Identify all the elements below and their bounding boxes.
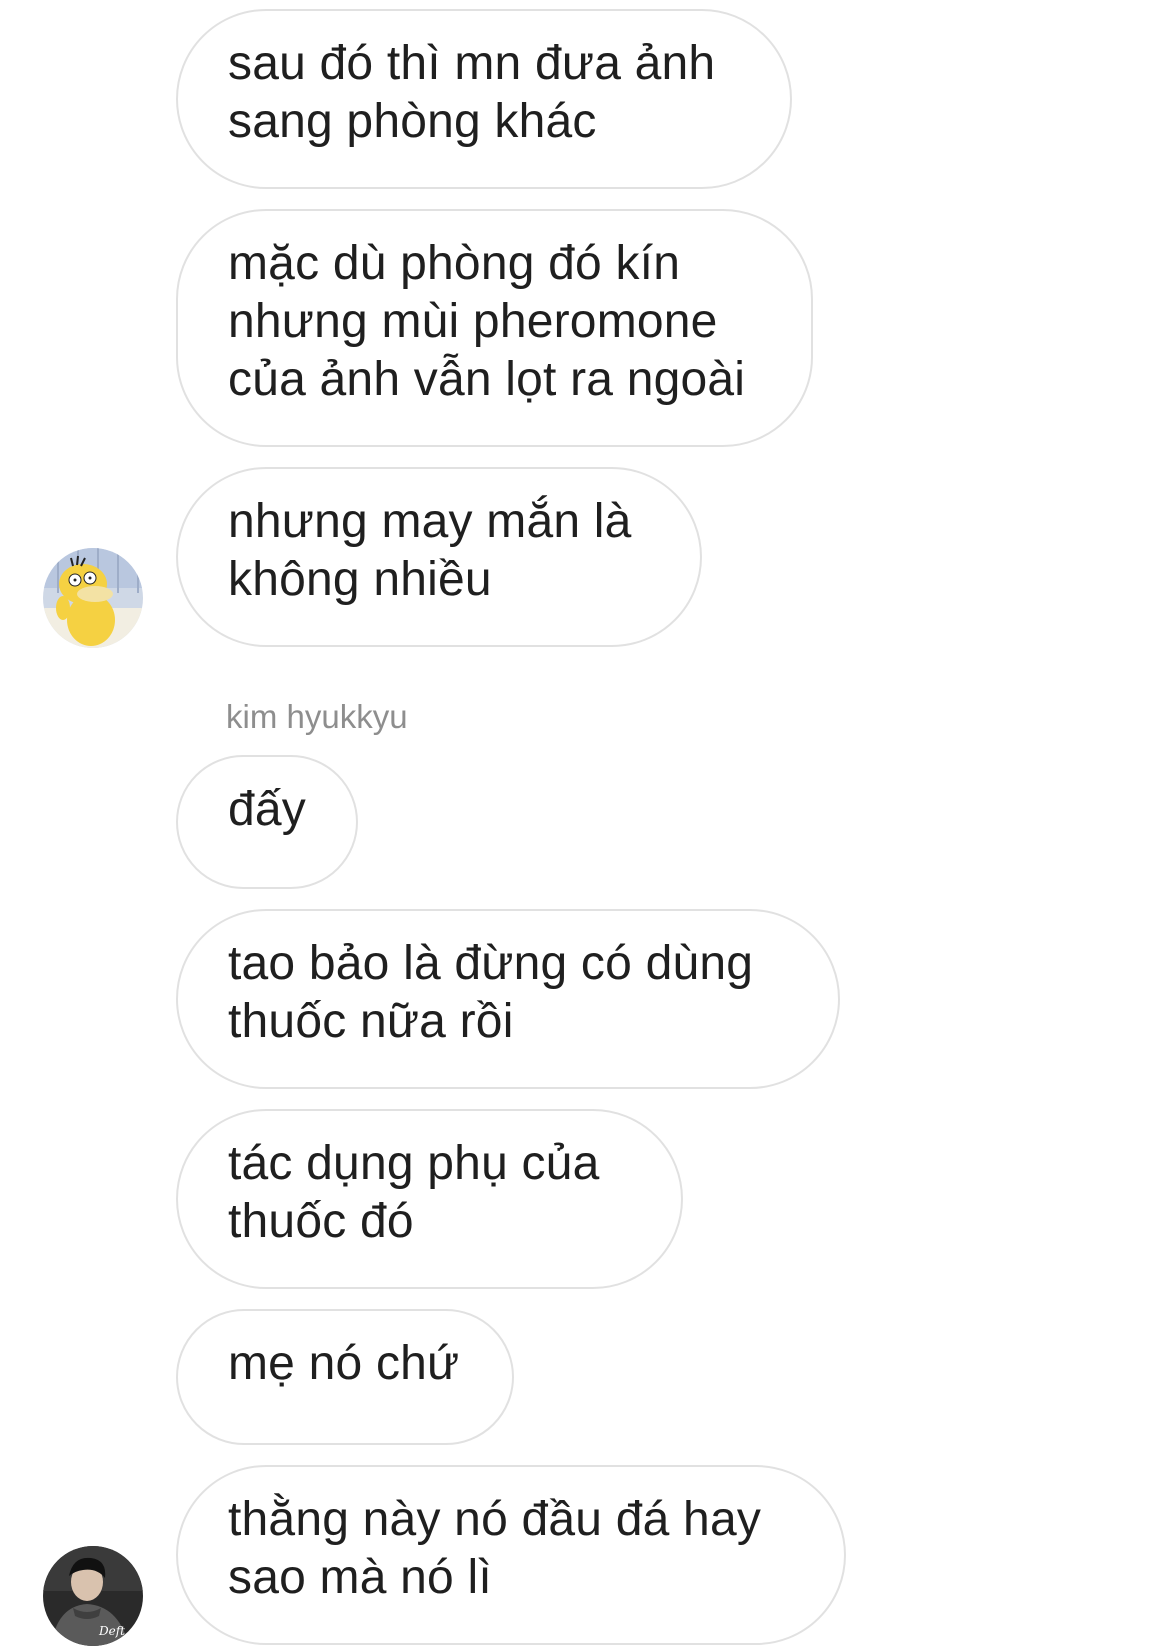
psyduck-avatar[interactable]	[43, 548, 143, 648]
message-bubble[interactable]: mặc dù phòng đó kín nhưng mùi pheromone …	[176, 209, 813, 447]
message-bubble[interactable]: mẹ nó chứ	[176, 1309, 514, 1445]
message-bubble[interactable]: tác dụng phụ của thuốc đó	[176, 1109, 683, 1289]
person-avatar-image	[43, 1546, 143, 1646]
message-bubble[interactable]: sau đó thì mn đưa ảnh sang phòng khác	[176, 9, 792, 189]
message-bubble[interactable]: nhưng may mắn là không nhiều	[176, 467, 702, 647]
avatar-watermark: Deft	[99, 1624, 125, 1638]
message-bubble[interactable]: đấy	[176, 755, 358, 889]
message-bubble[interactable]: tao bảo là đừng có dùng thuốc nữa rồi	[176, 909, 840, 1089]
message-bubble[interactable]: thằng này nó đầu đá hay sao mà nó lì	[176, 1465, 846, 1645]
psyduck-avatar-image	[43, 548, 143, 648]
person-avatar[interactable]: Deft	[43, 1546, 143, 1646]
sender-name: kim hyukkyu	[226, 698, 408, 735]
